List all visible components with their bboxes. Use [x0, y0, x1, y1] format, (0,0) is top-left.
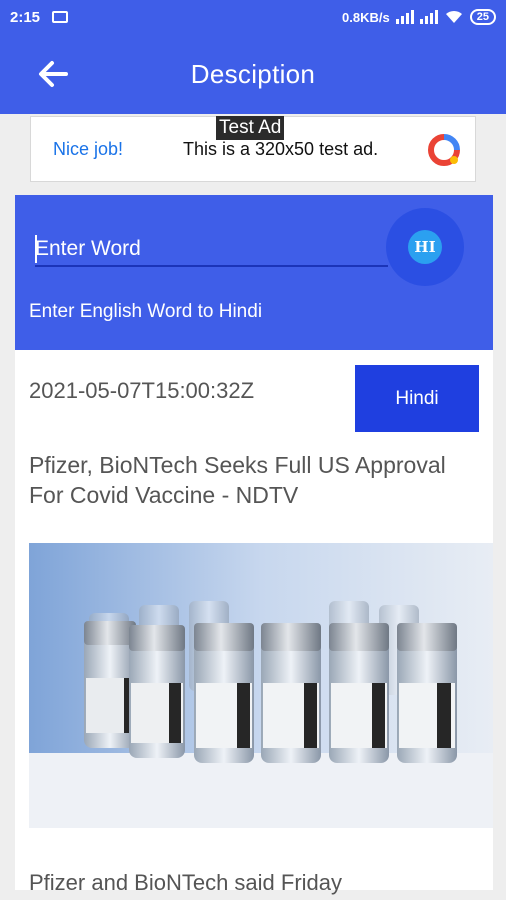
ad-left-text: Nice job! [53, 139, 124, 159]
translator-card: HI Enter English Word to Hindi [15, 195, 493, 350]
page-title: Desciption [190, 58, 316, 89]
news-date: 2021-05-07T15:00:32Z [29, 378, 255, 403]
news-image [29, 543, 493, 828]
word-input[interactable] [35, 233, 388, 267]
ad-right-text: This is a 320x50 test ad. [183, 139, 379, 159]
news-title: Pfizer, BioNTech Seeks Full US Approval … [29, 452, 446, 508]
app-bar: Desciption [0, 34, 506, 114]
hindi-button[interactable]: Hindi [355, 365, 479, 432]
arrow-left-icon[interactable] [36, 58, 70, 90]
signal-icon-2 [419, 10, 438, 24]
notification-icon [52, 11, 69, 23]
wifi-icon [445, 10, 462, 23]
translate-fab[interactable]: HI [386, 208, 464, 286]
status-bar: 2:15 0.8KB/s 25 [0, 0, 506, 34]
news-card: 2021-05-07T15:00:32Z Hindi Pfizer, BioNT… [15, 350, 493, 895]
network-speed: 0.8KB/s [342, 9, 390, 25]
ad-logo-icon [428, 134, 460, 166]
battery-icon: 25 [469, 9, 496, 25]
text-cursor [35, 235, 37, 263]
hi-icon: HI [408, 230, 442, 264]
news-description: Pfizer and BioNTech said Friday [29, 870, 343, 895]
signal-icon [395, 10, 414, 24]
status-time: 2:15 [10, 8, 41, 26]
translator-hint: Enter English Word to Hindi [29, 301, 263, 322]
ad-tag: Test Ad [216, 116, 285, 140]
